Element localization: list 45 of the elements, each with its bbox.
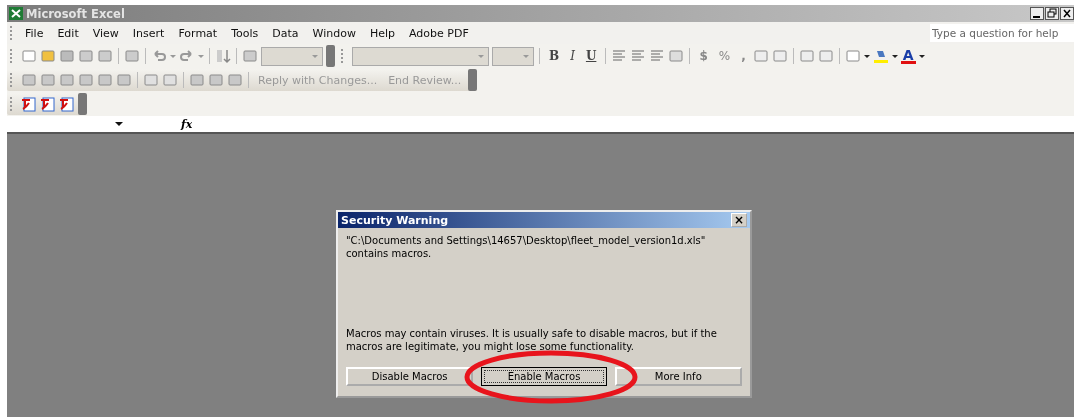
font-size-dropdown[interactable] [492, 46, 534, 66]
dialog-title: Security Warning [341, 213, 449, 227]
dropdown-caret-icon[interactable] [115, 122, 123, 126]
menu-item[interactable]: Help [362, 26, 402, 40]
toolbar-options-icon[interactable] [468, 69, 478, 91]
sort-icon[interactable] [215, 48, 231, 64]
dialog-button[interactable]: Disable Macros [346, 367, 474, 386]
dropdown-caret-icon[interactable] [891, 54, 898, 58]
dropdown-caret-icon[interactable] [863, 54, 870, 58]
align-center-icon[interactable] [630, 48, 647, 64]
excel-logo-icon [9, 7, 23, 20]
bold-button[interactable]: B [545, 49, 564, 63]
dropdown-caret-icon[interactable] [918, 54, 925, 58]
insert-function-button[interactable]: fx [181, 117, 193, 131]
menu-item[interactable]: Insert [125, 26, 172, 40]
restore-icon[interactable] [1045, 7, 1059, 20]
italic-button[interactable]: I [566, 49, 579, 63]
undo-icon[interactable] [151, 48, 167, 64]
menu-item[interactable]: Tools [224, 26, 266, 40]
dialog-button[interactable]: More Info [614, 367, 742, 386]
menu-item[interactable]: Format [171, 26, 225, 40]
pdf-icon[interactable] [21, 96, 37, 112]
menu-item[interactable]: File [18, 26, 51, 40]
align-left-icon[interactable] [611, 48, 628, 64]
align-right-icon[interactable] [649, 48, 666, 64]
macro-warning-text: Macros may contain viruses. It is usually safe to disable macros, but if the macros are legitimate, you might lose some functionality. [346, 327, 718, 353]
dialog-button[interactable]: Enable Macros [481, 367, 607, 386]
menu-item[interactable]: Data [265, 26, 306, 40]
font-dropdown[interactable] [352, 46, 489, 66]
underline-button[interactable]: U [581, 49, 601, 63]
close-icon[interactable] [1060, 7, 1074, 20]
menu-item[interactable]: Window [305, 26, 363, 40]
window-title: Microsoft Excel [26, 6, 125, 21]
zoom-dropdown[interactable] [261, 46, 323, 66]
close-button[interactable]: × [731, 213, 747, 227]
menu-item[interactable]: Adobe PDF [402, 26, 476, 40]
menu-item[interactable]: Edit [50, 26, 86, 40]
font-color-button[interactable]: A [900, 48, 916, 64]
menu-item[interactable]: View [85, 26, 126, 40]
file-path-message: "C:\Documents and Settings\14657\Desktop\fleet_model_version1d.xls" contains macros. [346, 234, 707, 260]
help-search-field[interactable]: Type a question for help [930, 24, 1074, 42]
redo-icon[interactable] [179, 48, 195, 64]
minimize-icon[interactable] [1030, 7, 1044, 20]
fill-color-icon[interactable] [872, 48, 889, 64]
pdf-icon[interactable] [40, 96, 56, 112]
